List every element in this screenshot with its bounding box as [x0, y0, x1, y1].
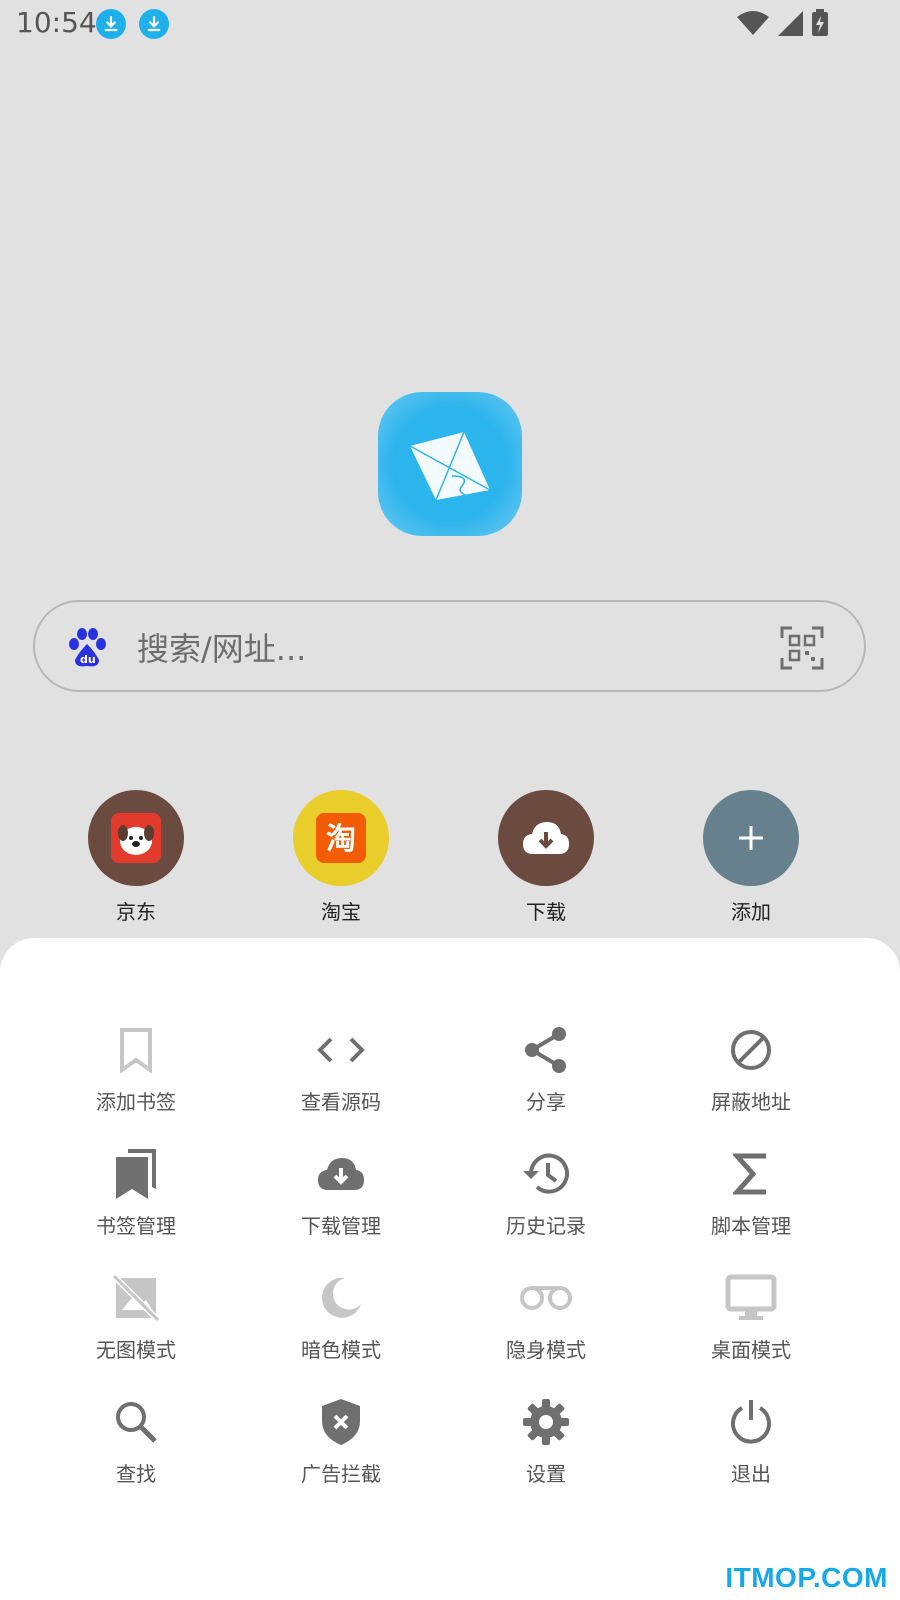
app-logo	[378, 392, 522, 536]
shortcut-label: 下载	[526, 900, 566, 924]
menu-label: 无图模式	[96, 1338, 176, 1362]
status-icons	[736, 8, 830, 38]
code-icon	[313, 1022, 369, 1078]
menu-block-address[interactable]: 屏蔽地址	[661, 1022, 841, 1115]
no-image-icon	[108, 1270, 164, 1326]
cloud-download-icon[interactable]	[498, 790, 594, 886]
menu-ad-block[interactable]: 广告拦截	[251, 1394, 431, 1487]
power-icon	[723, 1394, 779, 1450]
svg-text:淘: 淘	[326, 822, 356, 857]
menu-label: 隐身模式	[506, 1338, 586, 1362]
search-input[interactable]	[135, 624, 779, 674]
gear-icon	[518, 1394, 574, 1450]
block-icon	[723, 1022, 779, 1078]
battery-icon	[812, 9, 828, 36]
plus-icon[interactable]	[703, 790, 799, 886]
menu-history[interactable]: 历史记录	[456, 1146, 636, 1239]
shortcut-label: 淘宝	[321, 900, 361, 924]
bookmarks-icon	[108, 1146, 164, 1202]
menu-label: 分享	[526, 1090, 566, 1114]
shield-block-icon	[313, 1394, 369, 1450]
menu-label: 查找	[116, 1462, 156, 1486]
menu-label: 下载管理	[301, 1214, 381, 1238]
status-time: 10:54	[16, 6, 97, 39]
search-bar[interactable]: du	[33, 600, 866, 692]
menu-label: 屏蔽地址	[711, 1090, 791, 1114]
menu-desktop-mode[interactable]: 桌面模式	[661, 1270, 841, 1363]
menu-label: 桌面模式	[711, 1338, 791, 1362]
shortcut-download[interactable]: 下载	[466, 790, 626, 925]
menu-exit[interactable]: 退出	[661, 1394, 841, 1487]
menu-label: 广告拦截	[301, 1462, 381, 1486]
menu-incognito-mode[interactable]: 隐身模式	[456, 1270, 636, 1363]
shortcut-taobao[interactable]: 淘 淘宝	[261, 790, 421, 925]
desktop-icon	[723, 1270, 779, 1326]
search-icon	[108, 1394, 164, 1450]
menu-label: 暗色模式	[301, 1338, 381, 1362]
download-notification-icon	[96, 9, 126, 39]
bookmark-outline-icon	[108, 1022, 164, 1078]
menu-dark-mode[interactable]: 暗色模式	[251, 1270, 431, 1363]
menu-add-bookmark[interactable]: 添加书签	[46, 1022, 226, 1115]
menu-share[interactable]: 分享	[456, 1022, 636, 1115]
jd-logo-icon[interactable]	[88, 790, 184, 886]
moon-icon	[313, 1270, 369, 1326]
download-notification-icon	[139, 9, 169, 39]
shortcut-label: 京东	[116, 900, 156, 924]
menu-no-image-mode[interactable]: 无图模式	[46, 1270, 226, 1363]
shortcut-jd[interactable]: 京东	[56, 790, 216, 925]
menu-label: 添加书签	[96, 1090, 176, 1114]
cell-signal-icon	[778, 11, 803, 36]
status-bar: 10:54	[0, 0, 900, 48]
menu-settings[interactable]: 设置	[456, 1394, 636, 1487]
shortcut-add[interactable]: 添加	[671, 790, 831, 925]
menu-label: 查看源码	[301, 1090, 381, 1114]
menu-label: 退出	[731, 1462, 771, 1486]
sigma-icon	[723, 1146, 779, 1202]
baidu-icon[interactable]: du	[65, 626, 109, 670]
menu-sheet: 添加书签 查看源码 分享 屏蔽地址 书签管理 下载管理 历史记录 脚本管理 无图…	[0, 938, 900, 1600]
incognito-icon	[518, 1270, 574, 1326]
menu-label: 脚本管理	[711, 1214, 791, 1238]
cloud-download-icon	[313, 1146, 369, 1202]
svg-text:du: du	[80, 653, 96, 666]
taobao-logo-icon[interactable]: 淘	[293, 790, 389, 886]
history-icon	[518, 1146, 574, 1202]
menu-label: 设置	[526, 1462, 566, 1486]
wifi-icon	[737, 11, 769, 35]
shortcut-label: 添加	[731, 900, 771, 924]
menu-label: 书签管理	[96, 1214, 176, 1238]
watermark: ITMOP.COM	[725, 1562, 888, 1593]
menu-view-source[interactable]: 查看源码	[251, 1022, 431, 1115]
menu-script-manager[interactable]: 脚本管理	[661, 1146, 841, 1239]
share-icon	[518, 1022, 574, 1078]
qr-scan-icon[interactable]	[780, 626, 824, 670]
menu-download-manager[interactable]: 下载管理	[251, 1146, 431, 1239]
menu-label: 历史记录	[506, 1214, 586, 1238]
menu-find[interactable]: 查找	[46, 1394, 226, 1487]
menu-bookmark-manager[interactable]: 书签管理	[46, 1146, 226, 1239]
